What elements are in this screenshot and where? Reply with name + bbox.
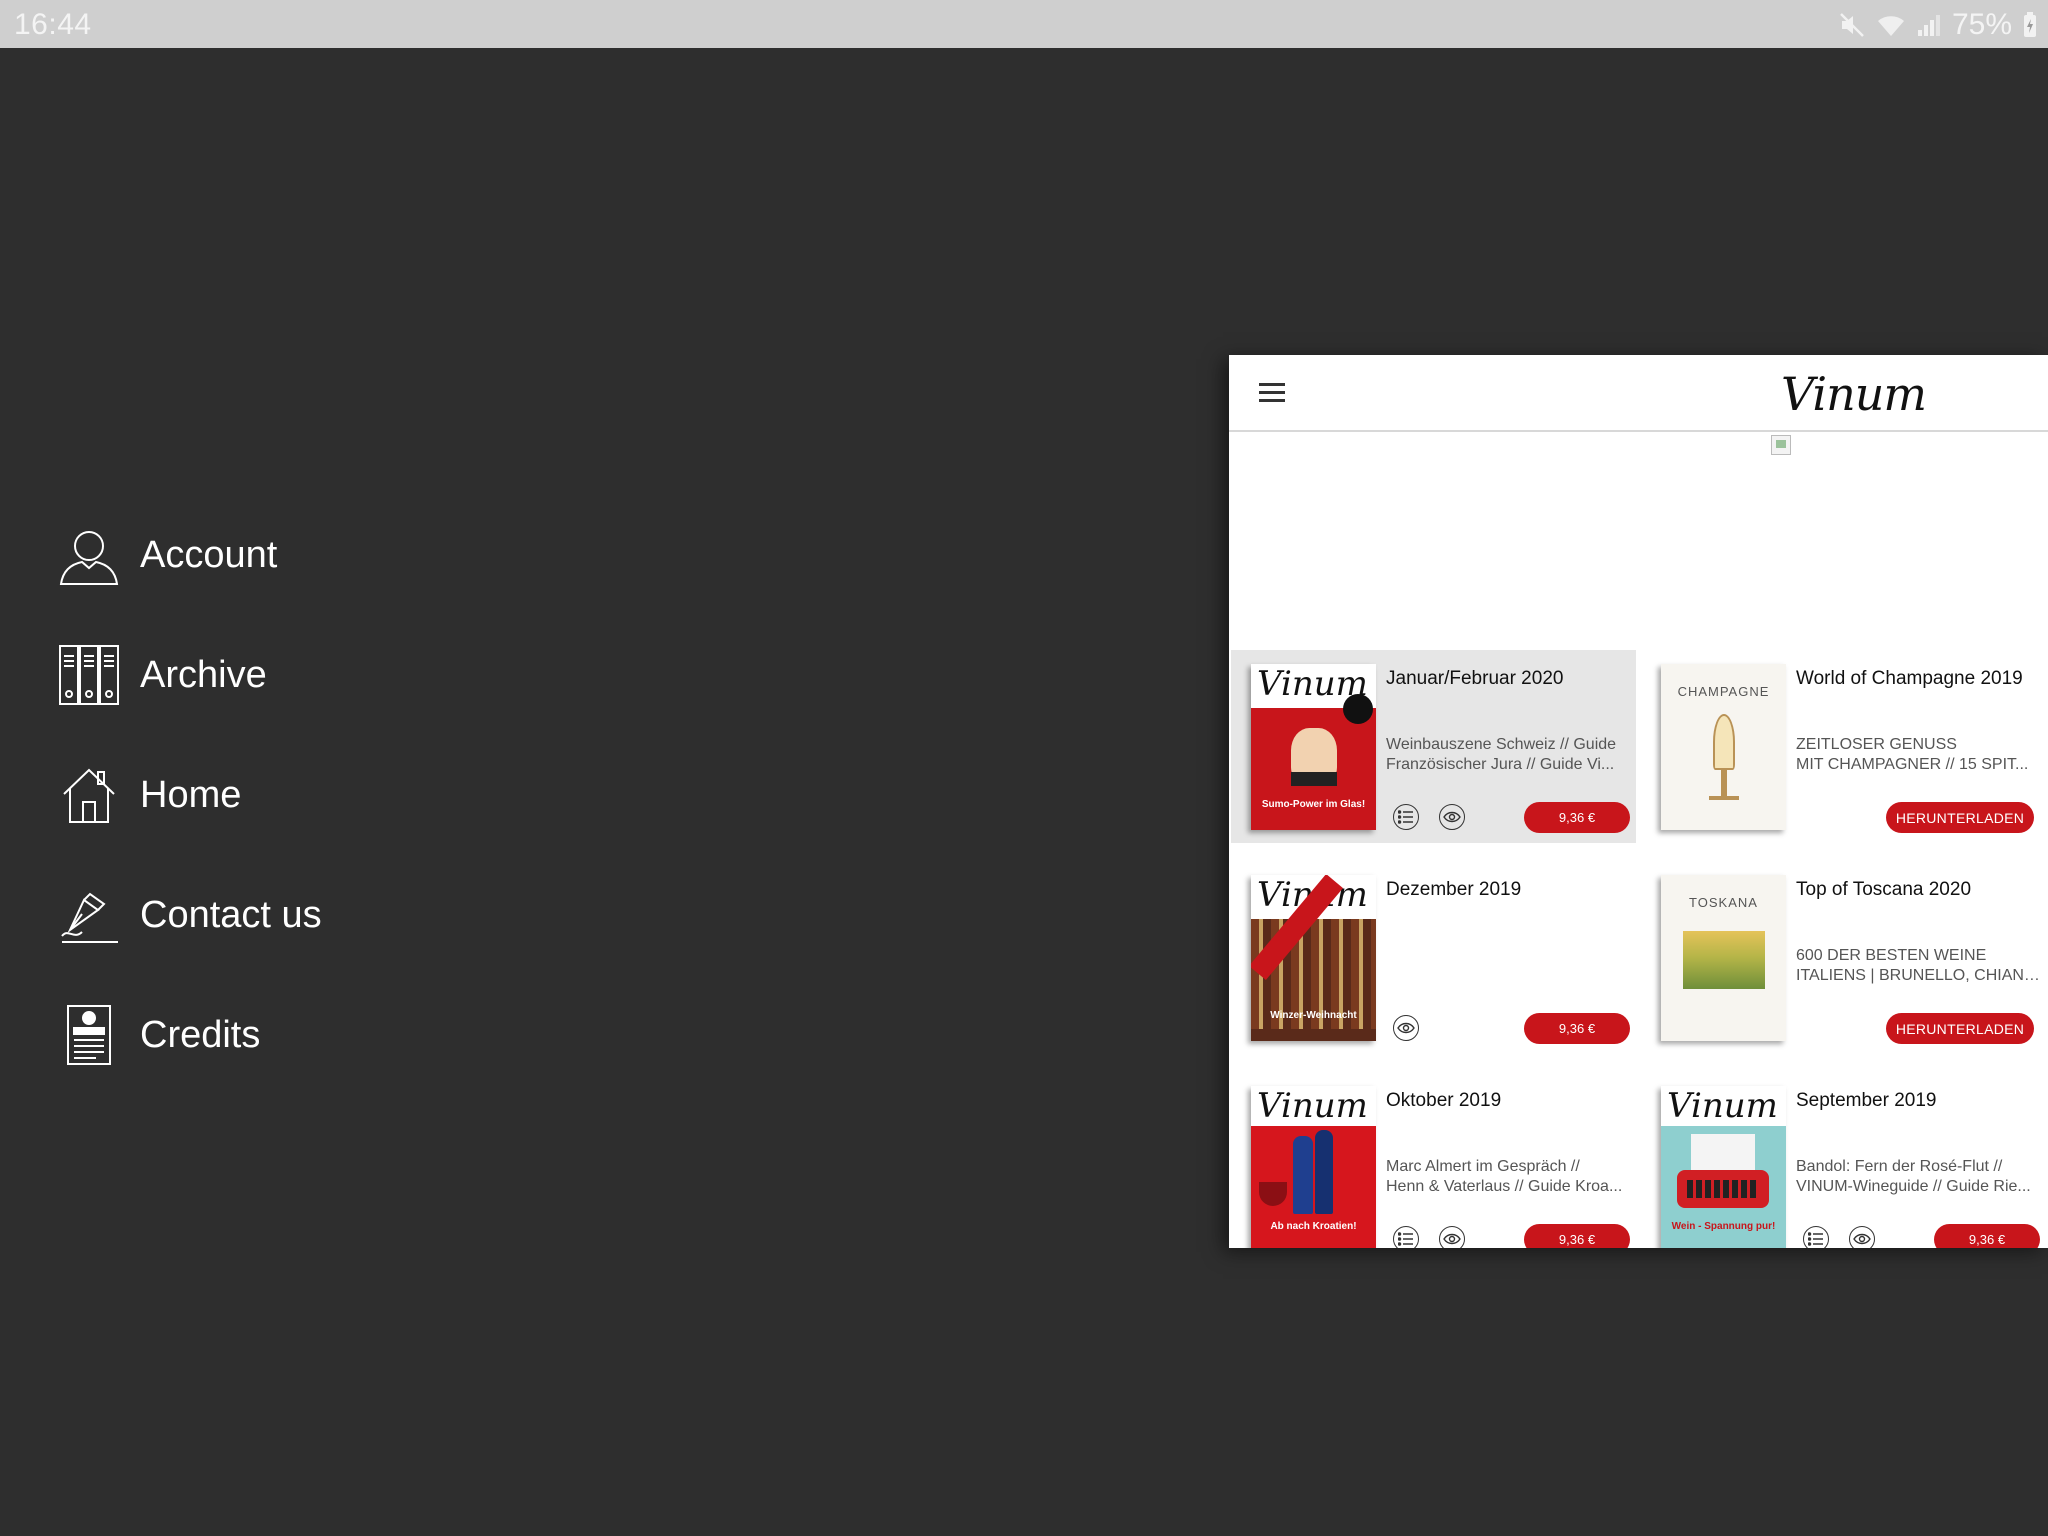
broken-image-icon [1771, 435, 1791, 455]
cover-brand: Vinum [1667, 1086, 1778, 1126]
cover-caption: TOSKANA [1689, 895, 1758, 910]
status-icons: 75% [1838, 8, 2038, 42]
menu-item-home[interactable]: Home [58, 760, 658, 830]
battery-charging-icon [2024, 12, 2036, 37]
preview-eye-icon[interactable] [1849, 1226, 1875, 1248]
issue-title: September 2019 [1796, 1090, 1937, 1111]
status-bar: 16:44 75% [0, 0, 2048, 48]
table-of-contents-icon[interactable] [1803, 1226, 1829, 1248]
pen-icon [58, 884, 120, 946]
vinum-logo: Vinum [1781, 367, 1927, 421]
app-panel[interactable]: Vinum Vinum Sumo-Power im Glas! Januar/F… [1229, 355, 2048, 1248]
buy-button[interactable]: 9,36 € [1524, 1224, 1630, 1248]
menu-item-credits[interactable]: Credits [58, 1000, 658, 1070]
issue-card[interactable]: Vinum Wein - Spannung pur! September 201… [1641, 1072, 2046, 1248]
table-of-contents-icon[interactable] [1393, 804, 1419, 830]
issue-description: Marc Almert im Gespräch // Henn & Vaterl… [1386, 1158, 1623, 1195]
person-icon [58, 524, 120, 586]
download-button[interactable]: HERUNTERLADEN [1886, 802, 2034, 833]
menu-item-account[interactable]: Account [58, 520, 658, 590]
issue-description: Bandol: Fern der Rosé-Flut // VINUM-Wine… [1796, 1158, 2031, 1195]
signal-icon [1917, 15, 1940, 36]
menu-item-archive[interactable]: Archive [58, 640, 658, 710]
issue-cover[interactable]: Vinum Sumo-Power im Glas! [1251, 664, 1376, 830]
status-time: 16:44 [14, 8, 92, 41]
cover-caption: Ab nach Kroatien! [1270, 1221, 1357, 1232]
preview-eye-icon[interactable] [1393, 1015, 1419, 1041]
house-icon [58, 764, 120, 826]
issue-cover[interactable]: Vinum Winzer-Weihnacht [1251, 875, 1376, 1041]
menu-label: Archive [140, 653, 267, 696]
mute-icon [1840, 13, 1864, 37]
issue-title: Top of Toscana 2020 [1796, 879, 1972, 900]
issue-card[interactable]: CHAMPAGNE World of Champagne 2019 ZEITLO… [1641, 650, 2046, 843]
preview-eye-icon[interactable] [1439, 804, 1465, 830]
issue-card[interactable]: Vinum Ab nach Kroatien! Oktober 2019 Mar… [1231, 1072, 1636, 1248]
menu-label: Account [140, 533, 278, 576]
issue-description: ZEITLOSER GENUSS MIT CHAMPAGNER // 15 SP… [1796, 736, 2029, 773]
battery-percent: 75% [1951, 8, 2012, 41]
menu-label: Credits [140, 1013, 261, 1056]
issue-description: 600 DER BESTEN WEINE ITALIENS | BRUNELLO… [1796, 947, 2041, 984]
archive-binders-icon [58, 644, 120, 706]
wifi-icon [1877, 16, 1904, 36]
table-of-contents-icon[interactable] [1393, 1226, 1419, 1248]
issue-cover[interactable]: CHAMPAGNE [1661, 664, 1786, 830]
preview-eye-icon[interactable] [1439, 1226, 1465, 1248]
issue-title: Dezember 2019 [1386, 879, 1522, 900]
menu-label: Contact us [140, 893, 322, 936]
buy-button[interactable]: 9,36 € [1524, 802, 1630, 833]
issue-title: World of Champagne 2019 [1796, 668, 2023, 689]
cover-caption: Sumo-Power im Glas! [1261, 799, 1366, 810]
issue-title: Januar/Februar 2020 [1386, 668, 1564, 689]
issue-title: Oktober 2019 [1386, 1090, 1502, 1111]
issue-cover[interactable]: Vinum Ab nach Kroatien! [1251, 1086, 1376, 1248]
issue-cover[interactable]: TOSKANA [1661, 875, 1786, 1041]
issue-card[interactable]: TOSKANA Top of Toscana 2020 600 DER BEST… [1641, 861, 2046, 1054]
hamburger-menu-icon[interactable] [1259, 383, 1285, 403]
issue-cover[interactable]: Vinum Wein - Spannung pur! [1661, 1086, 1786, 1248]
issue-description: Weinbauszene Schweiz // Guide Französisc… [1386, 736, 1617, 773]
cover-caption: Wein - Spannung pur! [1671, 1221, 1776, 1232]
menu-item-contact-us[interactable]: Contact us [58, 880, 658, 950]
app-bar: Vinum [1229, 355, 2048, 432]
cover-brand: Vinum [1257, 1086, 1368, 1126]
issue-card[interactable]: Vinum Sumo-Power im Glas! Januar/Februar… [1231, 650, 1636, 843]
cover-caption: Winzer-Weihnacht [1270, 1010, 1357, 1021]
buy-button[interactable]: 9,36 € [1524, 1013, 1630, 1044]
download-button[interactable]: HERUNTERLADEN [1886, 1013, 2034, 1044]
credits-document-icon [58, 1004, 120, 1066]
cover-caption: CHAMPAGNE [1677, 684, 1770, 699]
issue-card[interactable]: Vinum Winzer-Weihnacht Dezember 2019 9,3… [1231, 861, 1636, 1054]
buy-button[interactable]: 9,36 € [1934, 1224, 2040, 1248]
menu-label: Home [140, 773, 242, 816]
